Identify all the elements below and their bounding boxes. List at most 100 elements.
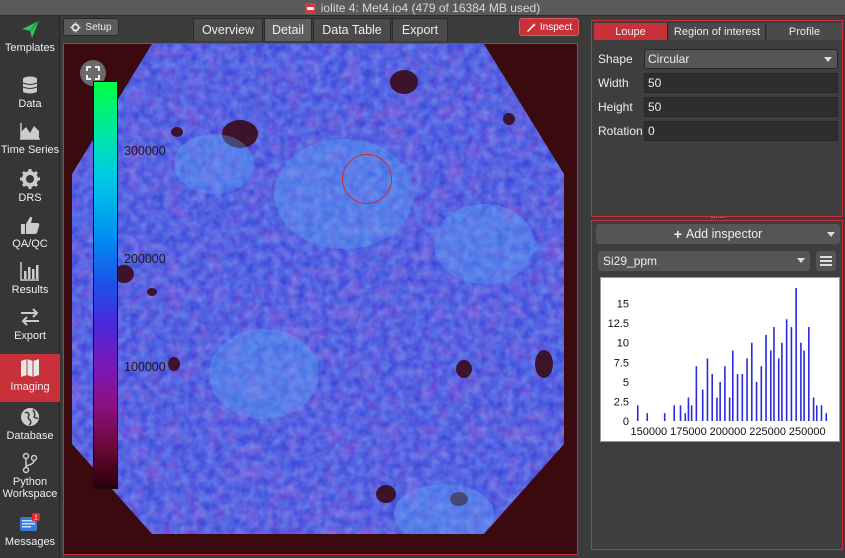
histogram-x-tick: 225000 xyxy=(749,426,786,438)
right-panel: Loupe Region of interest Profile Shape C… xyxy=(583,16,845,558)
sidebar-item-label: Python Workspace xyxy=(2,476,58,500)
histogram-bar xyxy=(636,405,639,421)
tab-label: Profile xyxy=(788,25,821,38)
histogram-bar xyxy=(687,397,690,421)
database-icon xyxy=(22,76,38,94)
sidebar-item-label: Imaging xyxy=(10,381,50,393)
loupe-panel: Loupe Region of interest Profile Shape C… xyxy=(591,20,843,217)
histogram-y-tick: 0 xyxy=(623,416,629,428)
histogram-bar xyxy=(815,405,818,421)
chevron-down-icon xyxy=(797,258,805,263)
histogram-x-tick: 200000 xyxy=(710,426,747,438)
bar-chart-icon xyxy=(20,262,39,281)
inspect-button[interactable]: Inspect xyxy=(519,18,579,36)
sidebar-item-label: Export xyxy=(14,330,46,342)
tab-data-table[interactable]: Data Table xyxy=(313,18,391,41)
plus-icon: + xyxy=(673,226,682,242)
shape-select[interactable]: Circular xyxy=(644,49,838,69)
tab-label: Loupe xyxy=(615,25,646,38)
histogram-bar xyxy=(770,350,772,421)
chevron-down-icon xyxy=(827,232,835,237)
sidebar-item-label: Database xyxy=(6,430,54,442)
histogram-bar xyxy=(724,366,726,421)
elemental-map-image xyxy=(64,44,577,554)
histogram-bar xyxy=(646,413,649,421)
histogram-bar xyxy=(765,334,767,421)
sidebar-item-label: QA/QC xyxy=(12,238,48,250)
colorbar-label-100000: 100000 xyxy=(124,360,166,374)
tab-label: Overview xyxy=(201,23,255,37)
tab-detail[interactable]: Detail xyxy=(264,18,312,41)
histogram-bar xyxy=(795,287,797,421)
sidebar-item-export[interactable]: Export xyxy=(0,306,60,350)
imaging-center-panel: Setup Overview Detail Data Table Export … xyxy=(61,16,581,558)
width-label: Width xyxy=(598,76,629,90)
tab-region-of-interest[interactable]: Region of interest xyxy=(669,23,766,40)
width-field[interactable]: 50 xyxy=(644,73,838,93)
module-sidebar: Templates Data Time Series DRS QA/QC Res… xyxy=(0,16,60,558)
chevron-down-icon xyxy=(824,57,832,62)
histogram-y-tick: 15 xyxy=(617,299,629,311)
globe-icon xyxy=(21,408,39,426)
histogram-bar xyxy=(736,374,739,421)
setup-button[interactable]: Setup xyxy=(63,18,119,36)
elemental-map-canvas[interactable]: 300000 200000 100000 xyxy=(63,43,578,555)
sidebar-item-label: Messages xyxy=(4,536,56,548)
sidebar-item-templates[interactable]: Templates xyxy=(0,18,60,62)
histogram-bar xyxy=(706,358,709,421)
channel-select[interactable]: Si29_ppm xyxy=(598,251,810,271)
templates-icon xyxy=(22,20,40,38)
histogram-bar xyxy=(695,366,698,421)
histogram-bar xyxy=(760,366,763,421)
height-value: 50 xyxy=(648,100,662,114)
histogram-bar xyxy=(701,389,704,421)
magic-wand-icon xyxy=(526,22,536,32)
tab-export[interactable]: Export xyxy=(392,18,448,41)
iolite-app-icon xyxy=(304,2,316,14)
sidebar-item-data[interactable]: Data xyxy=(0,74,60,118)
sidebar-item-results[interactable]: Results xyxy=(0,260,60,304)
histogram-bar xyxy=(755,381,758,421)
histogram-bar xyxy=(716,397,718,421)
tab-label: Export xyxy=(401,23,439,37)
tab-loupe[interactable]: Loupe xyxy=(594,23,668,40)
tab-overview[interactable]: Overview xyxy=(193,18,263,41)
sidebar-item-messages[interactable]: 1 Messages xyxy=(0,512,60,556)
window-title: iolite 4: Met4.io4 (479 of 16384 MB used… xyxy=(320,1,541,15)
window-titlebar: iolite 4: Met4.io4 (479 of 16384 MB used… xyxy=(0,0,845,16)
color-scale-bar xyxy=(93,81,118,489)
colorbar-label-200000: 200000 xyxy=(124,252,166,266)
tab-profile[interactable]: Profile xyxy=(767,23,842,40)
sidebar-item-database[interactable]: Database xyxy=(0,406,60,450)
histogram-bar xyxy=(679,405,682,421)
time-series-icon xyxy=(20,123,40,140)
setup-label: Setup xyxy=(85,21,112,33)
thumbs-up-icon xyxy=(21,216,40,234)
histogram-y-tick: 12.5 xyxy=(608,318,629,330)
tab-label: Region of interest xyxy=(673,25,761,38)
histogram-bar xyxy=(785,319,788,421)
sidebar-item-time-series[interactable]: Time Series xyxy=(0,120,60,164)
rotation-field[interactable]: 0 xyxy=(644,121,838,141)
shape-label: Shape xyxy=(598,52,633,66)
histogram-svg: 15 12.5 10 7.5 5 2.5 0150000 175000 200000 225000… xyxy=(608,287,828,438)
sidebar-item-qaqc[interactable]: QA/QC xyxy=(0,214,60,258)
height-field[interactable]: 50 xyxy=(644,97,838,117)
tab-label: Detail xyxy=(272,23,304,37)
gear-icon xyxy=(20,169,40,189)
sidebar-item-python-workspace[interactable]: Python Workspace xyxy=(0,452,60,504)
rotation-value: 0 xyxy=(648,124,655,138)
add-inspector-button[interactable]: + Add inspector xyxy=(596,224,840,244)
histogram-bar xyxy=(741,374,744,421)
histogram-x-tick: 150000 xyxy=(630,426,667,438)
height-label: Height xyxy=(598,100,633,114)
inspector-menu-button[interactable] xyxy=(816,251,836,271)
histogram-bar xyxy=(812,397,815,421)
loupe-circle-overlay[interactable] xyxy=(342,154,392,204)
sidebar-item-imaging[interactable]: Imaging xyxy=(0,354,60,402)
histogram-bar xyxy=(773,327,775,421)
width-value: 50 xyxy=(648,76,662,90)
histogram-x-tick: 250000 xyxy=(789,426,826,438)
histogram-y-tick: 5 xyxy=(623,377,629,389)
sidebar-item-drs[interactable]: DRS xyxy=(0,168,60,212)
